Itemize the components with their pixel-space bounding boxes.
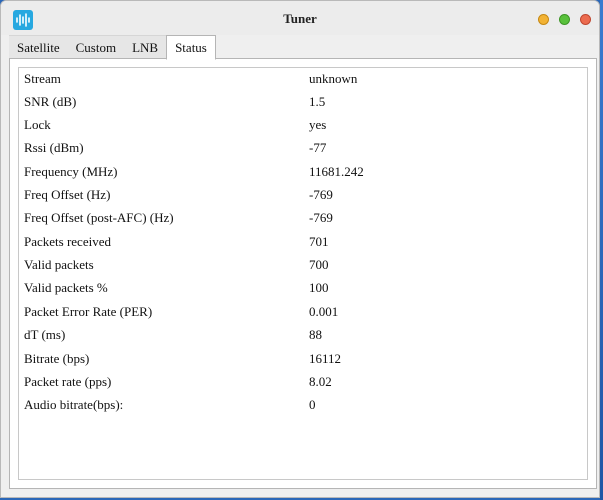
tab-bar: Satellite Custom LNB Status xyxy=(9,35,216,60)
status-value: -769 xyxy=(309,187,333,202)
status-row-frequency: Frequency (MHz) 11681.242 xyxy=(19,162,587,182)
status-row-freq-offset-post-afc: Freq Offset (post-AFC) (Hz) -769 xyxy=(19,208,587,228)
status-value: 0 xyxy=(309,397,316,412)
status-label: Stream xyxy=(24,71,61,86)
tab-custom[interactable]: Custom xyxy=(67,35,125,58)
status-value: 100 xyxy=(309,280,329,295)
status-value: 88 xyxy=(309,327,322,342)
status-row-packet-rate: Packet rate (pps) 8.02 xyxy=(19,372,587,392)
status-label: Freq Offset (Hz) xyxy=(24,187,111,202)
status-row-snr: SNR (dB) 1.5 xyxy=(19,92,587,112)
status-label: Lock xyxy=(24,117,51,132)
status-label: Packet rate (pps) xyxy=(24,374,112,389)
status-label: SNR (dB) xyxy=(24,94,77,109)
status-row-audio-bitrate: Audio bitrate(bps): 0 xyxy=(19,395,587,415)
status-row-stream: Stream unknown xyxy=(19,69,587,89)
status-value: unknown xyxy=(309,71,358,86)
status-label: Bitrate (bps) xyxy=(24,351,90,366)
status-row-valid-packets: Valid packets 700 xyxy=(19,255,587,275)
status-row-valid-packets-percent: Valid packets % 100 xyxy=(19,278,587,298)
status-row-lock: Lock yes xyxy=(19,115,587,135)
status-value: -77 xyxy=(309,140,327,155)
tuner-window: Tuner Satellite Custom LNB Status Stream… xyxy=(0,0,600,498)
status-value: -769 xyxy=(309,210,333,225)
status-row-packets-received: Packets received 701 xyxy=(19,232,587,252)
status-value: yes xyxy=(309,117,327,132)
status-value: 1.5 xyxy=(309,94,326,109)
status-row-bitrate: Bitrate (bps) 16112 xyxy=(19,349,587,369)
tab-status[interactable]: Status xyxy=(166,35,216,60)
status-list: Stream unknown SNR (dB) 1.5 Lock yes Rss… xyxy=(18,67,588,480)
status-label: Valid packets % xyxy=(24,280,108,295)
status-label: Packet Error Rate (PER) xyxy=(24,304,153,319)
tab-satellite[interactable]: Satellite xyxy=(9,35,68,58)
status-value: 11681.242 xyxy=(309,164,364,179)
status-label: Frequency (MHz) xyxy=(24,164,118,179)
status-value: 16112 xyxy=(309,351,342,366)
status-label: Valid packets xyxy=(24,257,94,272)
status-row-packet-error-rate: Packet Error Rate (PER) 0.001 xyxy=(19,302,587,322)
tab-lnb[interactable]: LNB xyxy=(124,35,167,58)
status-value: 700 xyxy=(309,257,329,272)
status-row-dt: dT (ms) 88 xyxy=(19,325,587,345)
status-panel: Stream unknown SNR (dB) 1.5 Lock yes Rss… xyxy=(9,58,597,489)
status-value: 8.02 xyxy=(309,374,332,389)
status-value: 0.001 xyxy=(309,304,339,319)
window-title: Tuner xyxy=(283,11,317,26)
status-label: Packets received xyxy=(24,234,111,249)
status-row-freq-offset: Freq Offset (Hz) -769 xyxy=(19,185,587,205)
maximize-button[interactable] xyxy=(559,14,570,25)
status-value: 701 xyxy=(309,234,329,249)
status-label: Rssi (dBm) xyxy=(24,140,84,155)
status-row-rssi: Rssi (dBm) -77 xyxy=(19,138,587,158)
close-button[interactable] xyxy=(580,14,591,25)
minimize-button[interactable] xyxy=(538,14,549,25)
status-label: Freq Offset (post-AFC) (Hz) xyxy=(24,210,174,225)
status-label: dT (ms) xyxy=(24,327,66,342)
title-bar[interactable]: Tuner xyxy=(1,1,599,35)
status-label: Audio bitrate(bps): xyxy=(24,397,124,412)
